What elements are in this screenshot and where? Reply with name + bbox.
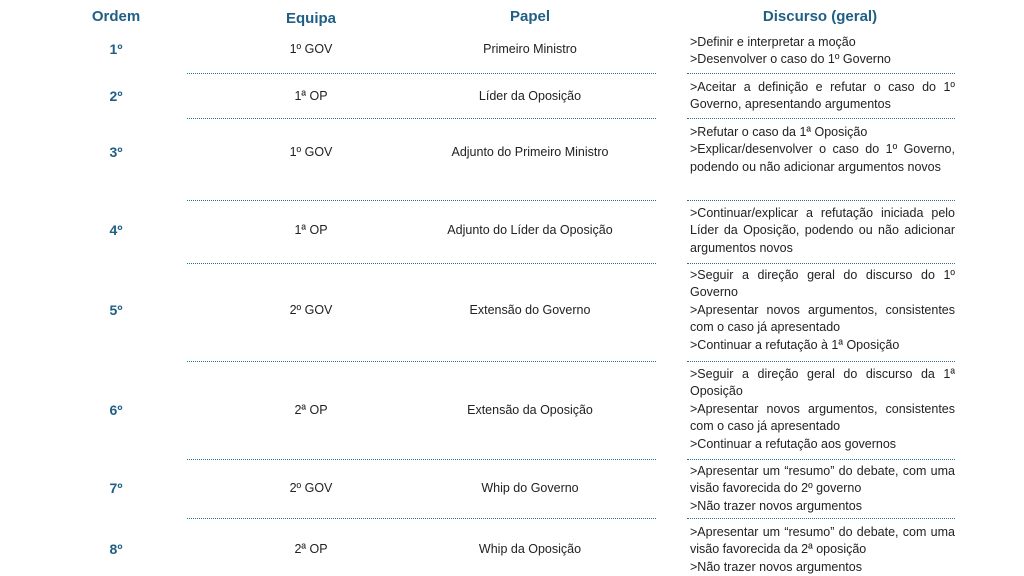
row-discurso: >Continuar/explicar a refutação iniciada… (690, 205, 955, 257)
row-divider (187, 118, 656, 119)
row-divider (187, 518, 656, 519)
row-equipa: 1ª OP (294, 89, 328, 103)
discurso-item: >Seguir a direção geral do discurso do 1… (690, 268, 955, 300)
row-ordem: 2º (109, 88, 123, 104)
discurso-item: >Definir e interpretar a moção (690, 35, 856, 49)
row-equipa: 2º GOV (289, 303, 333, 317)
row-divider (687, 118, 955, 119)
row-equipa: 1º GOV (289, 145, 333, 159)
row-divider (187, 73, 656, 74)
row-papel: Líder da Oposição (478, 89, 582, 103)
discurso-item: >Apresentar um “resumo” do debate, com u… (690, 525, 955, 557)
header-discurso: Discurso (geral) (762, 8, 878, 25)
discurso-item: >Seguir a direção geral do discurso da 1… (690, 367, 955, 399)
row-equipa: 2º GOV (289, 481, 333, 495)
row-divider (687, 263, 955, 264)
row-discurso: >Definir e interpretar a moção >Desenvolv… (690, 34, 955, 69)
row-ordem: 1º (109, 41, 123, 57)
row-discurso: >Apresentar um “resumo” do debate, com u… (690, 463, 955, 515)
row-ordem: 3º (109, 144, 123, 160)
row-divider (187, 459, 656, 460)
row-discurso: >Seguir a direção geral do discurso da 1… (690, 366, 955, 453)
discurso-item: >Refutar o caso da 1ª Oposição (690, 125, 868, 139)
row-papel: Extensão da Oposição (467, 403, 593, 417)
row-discurso: >Refutar o caso da 1ª Oposição >Explicar/… (690, 124, 955, 176)
header-ordem: Ordem (91, 8, 141, 25)
row-divider (687, 361, 955, 362)
row-discurso: >Seguir a direção geral do discurso do 1… (690, 267, 955, 354)
row-ordem: 8º (109, 541, 123, 557)
row-discurso: >Apresentar um “resumo” do debate, com u… (690, 524, 955, 576)
row-papel: Adjunto do Líder da Oposição (447, 223, 613, 237)
row-divider (187, 361, 656, 362)
discurso-item: >Apresentar novos argumentos, consistent… (690, 401, 955, 434)
discurso-item: >Aceitar a definição e refutar o caso do… (690, 80, 955, 112)
row-equipa: 1ª OP (294, 223, 328, 237)
header-equipa: Equipa (285, 10, 336, 27)
row-divider (187, 263, 656, 264)
row-papel: Adjunto do Primeiro Ministro (451, 145, 609, 159)
discurso-item: >Apresentar um “resumo” do debate, com u… (690, 464, 955, 496)
discurso-item: >Apresentar novos argumentos, consistent… (690, 302, 955, 335)
row-papel: Whip do Governo (481, 481, 579, 495)
row-equipa: 2ª OP (294, 403, 328, 417)
row-ordem: 6º (109, 402, 123, 418)
row-equipa: 1º GOV (289, 42, 333, 56)
discurso-item: >Continuar a refutação aos governos (690, 436, 897, 451)
row-divider (687, 73, 955, 74)
row-ordem: 4º (109, 222, 123, 238)
row-divider (687, 459, 955, 460)
row-divider (687, 200, 955, 201)
discurso-item: >Explicar/desenvolver o caso do 1º Gover… (690, 142, 955, 174)
discurso-item: >Continuar/explicar a refutação iniciada… (690, 206, 955, 255)
row-papel: Whip da Oposição (478, 542, 582, 556)
discurso-item: >Não trazer novos argumentos (690, 498, 862, 513)
row-ordem: 7º (109, 480, 123, 496)
row-equipa: 2ª OP (294, 542, 328, 556)
header-papel: Papel (509, 8, 551, 25)
row-divider (687, 518, 955, 519)
row-papel: Primeiro Ministro (483, 42, 577, 56)
discurso-item: >Continuar a refutação à 1ª Oposição (690, 337, 900, 352)
row-divider (187, 200, 656, 201)
discurso-item: >Não trazer novos argumentos (690, 559, 862, 574)
row-ordem: 5º (109, 302, 123, 318)
discurso-item: >Desenvolver o caso do 1º Governo (690, 52, 891, 67)
row-papel: Extensão do Governo (469, 303, 591, 317)
row-discurso: >Aceitar a definição e refutar o caso do… (690, 79, 955, 114)
